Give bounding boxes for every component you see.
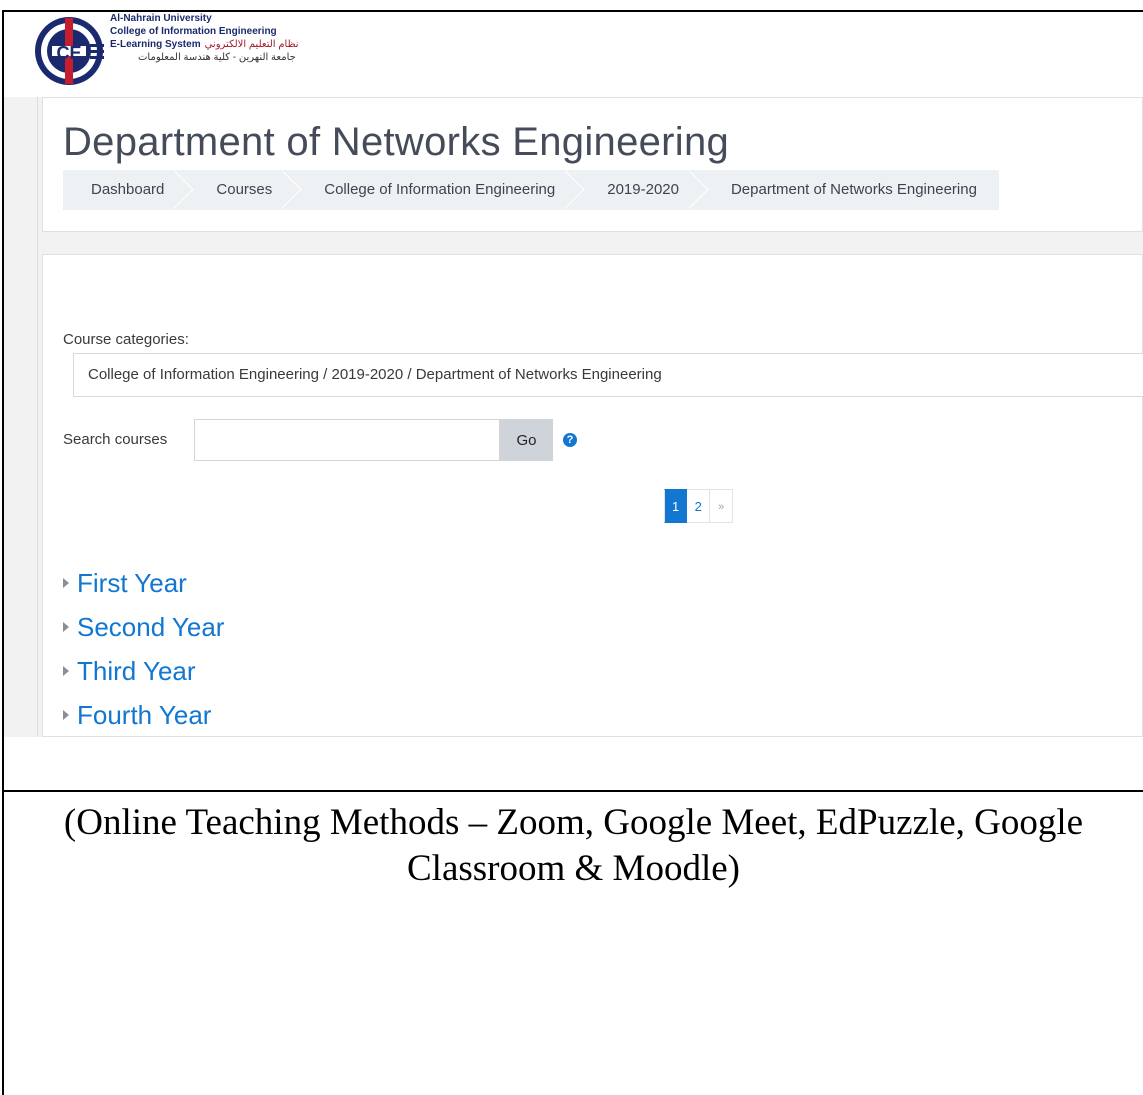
breadcrumb-department[interactable]: Department of Networks Engineering <box>701 170 999 210</box>
breadcrumb: Dashboard Courses College of Information… <box>63 170 999 210</box>
triangle-right-icon[interactable] <box>63 622 69 632</box>
next-page-link[interactable]: » <box>710 489 734 523</box>
category-label[interactable]: Second Year <box>77 605 224 649</box>
breadcrumb-dashboard[interactable]: Dashboard <box>63 170 186 210</box>
page-header: Department of Networks Engineering Dashb… <box>42 97 1143 232</box>
pagination: 1 2 » <box>664 489 734 523</box>
category-list: First Year Second Year Third Year Fourth… <box>63 561 224 737</box>
logo-subtitle-ar: جامعة النهرين - كلية هندسة المعلومات <box>138 52 296 63</box>
triangle-right-icon[interactable] <box>63 666 69 676</box>
page-left-edge <box>37 97 38 737</box>
university-logo[interactable]: CE <box>32 14 106 88</box>
page-2-link[interactable]: 2 <box>687 489 711 523</box>
category-fourth-year[interactable]: Fourth Year <box>63 693 224 737</box>
logo-system: E-Learning System نظام التعليم الالكتروني <box>110 38 299 51</box>
breadcrumb-courses[interactable]: Courses <box>186 170 294 210</box>
search-courses-input[interactable] <box>194 419 500 461</box>
logo-university: Al-Nahrain University <box>110 13 212 24</box>
category-label[interactable]: First Year <box>77 561 187 605</box>
category-label[interactable]: Fourth Year <box>77 693 211 737</box>
go-button[interactable]: Go <box>500 419 553 461</box>
page-title: Department of Networks Engineering <box>63 120 730 164</box>
figure-caption: (Online Teaching Methods – Zoom, Google … <box>4 800 1143 892</box>
triangle-right-icon[interactable] <box>63 710 69 720</box>
logo-text: Al-Nahrain University College of Informa… <box>110 12 299 64</box>
logo-system-en: E-Learning System <box>110 39 201 50</box>
question-circle-icon[interactable]: ? <box>563 433 577 447</box>
logo-college: College of Information Engineering <box>110 26 277 37</box>
breadcrumb-year[interactable]: 2019-2020 <box>577 170 701 210</box>
category-second-year[interactable]: Second Year <box>63 605 224 649</box>
screenshot: CE Al-Nahrain University College of Info… <box>4 12 1143 790</box>
category-first-year[interactable]: First Year <box>63 561 224 605</box>
category-third-year[interactable]: Third Year <box>63 649 224 693</box>
course-category-select[interactable]: College of Information Engineering / 201… <box>73 353 1143 397</box>
search-courses-label: Search courses <box>63 431 168 448</box>
page-1-link[interactable]: 1 <box>664 489 688 523</box>
triangle-right-icon[interactable] <box>63 578 69 588</box>
category-label[interactable]: Third Year <box>77 649 196 693</box>
course-categories-label: Course categories: <box>63 331 189 348</box>
caption-line-2: Classroom & Moodle) <box>407 848 740 889</box>
breadcrumb-college[interactable]: College of Information Engineering <box>294 170 577 210</box>
logo-system-ar: نظام التعليم الالكتروني <box>204 39 299 50</box>
logo-monogram: CE <box>56 43 81 63</box>
caption-line-1: (Online Teaching Methods – Zoom, Google … <box>63 802 1084 843</box>
course-category-panel: Course categories: College of Informatio… <box>42 254 1143 737</box>
caption-divider <box>2 790 1143 792</box>
